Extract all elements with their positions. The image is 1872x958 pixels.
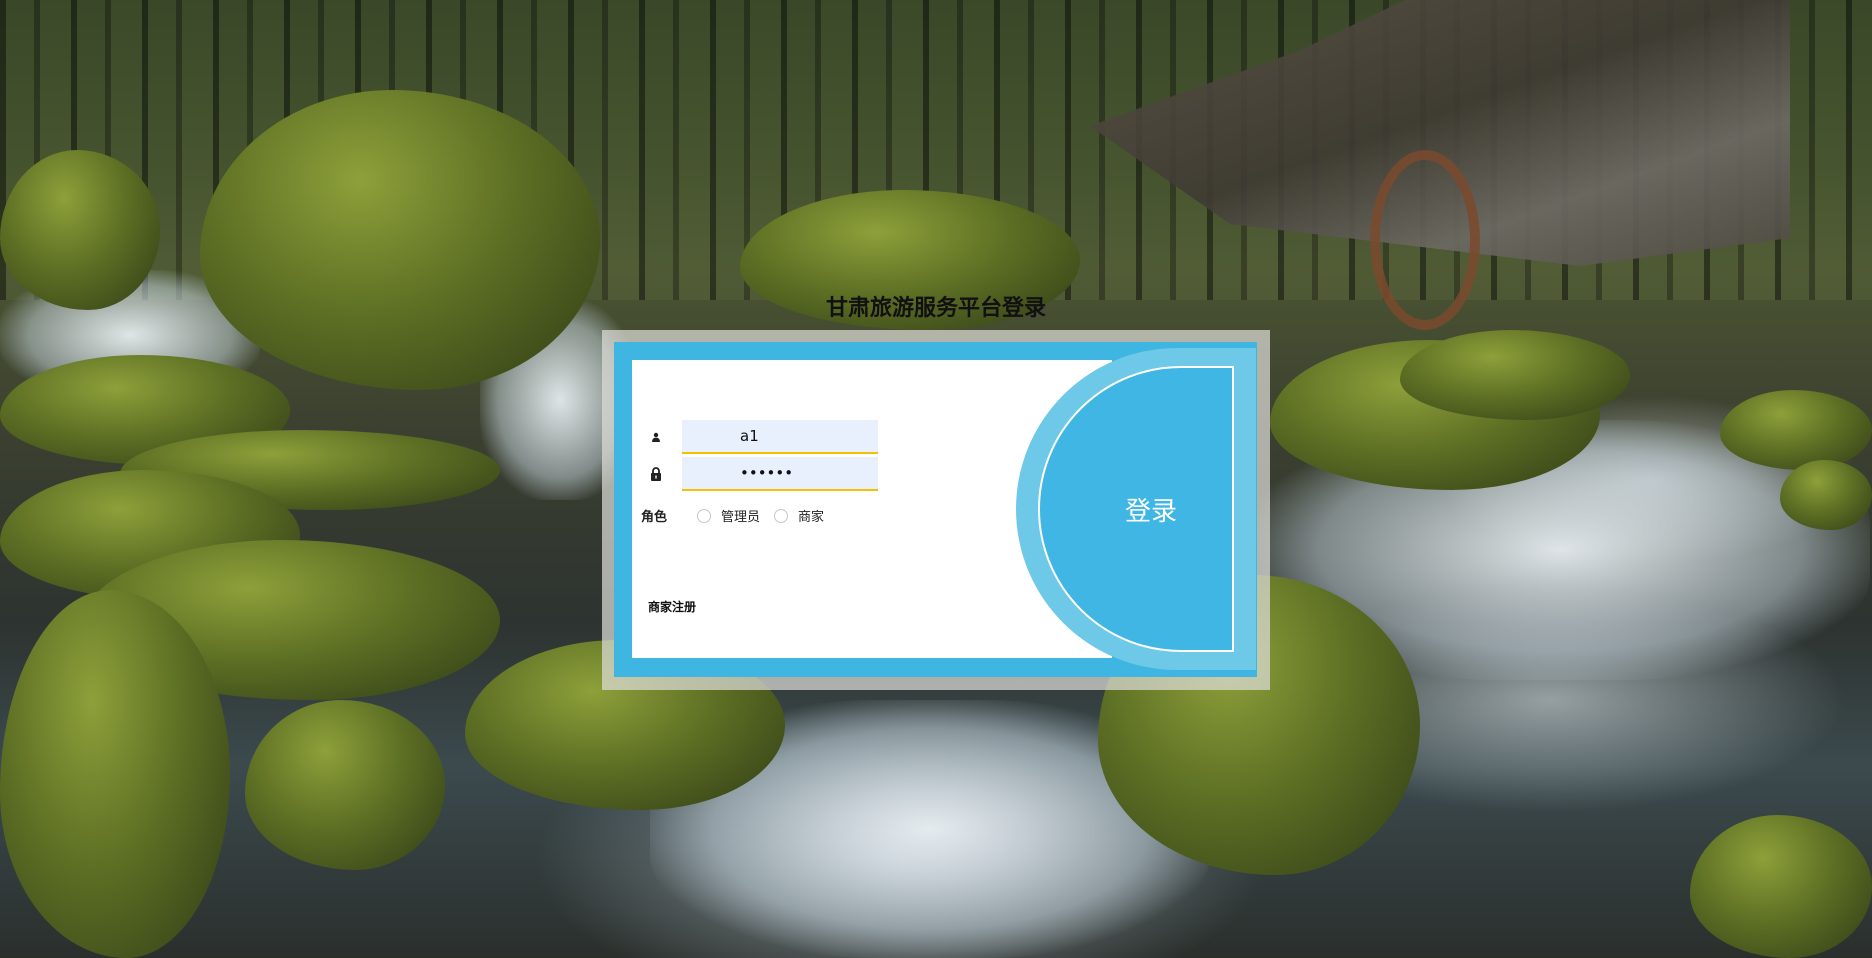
role-radio-merchant[interactable]	[774, 508, 789, 523]
mossy-rock	[1780, 460, 1872, 530]
mossy-rock	[0, 150, 160, 310]
mossy-rock	[245, 700, 445, 870]
user-icon	[648, 429, 664, 445]
username-input[interactable]	[682, 420, 878, 454]
mossy-rock	[1400, 330, 1630, 420]
username-row	[648, 420, 878, 454]
role-option-label: 商家	[798, 510, 825, 525]
mossy-rock	[1720, 390, 1872, 470]
role-selector: 角色 管理员 商家	[641, 506, 838, 525]
mossy-rock	[1690, 815, 1872, 958]
password-row	[648, 457, 878, 491]
page-title: 甘肃旅游服务平台登录	[825, 296, 1046, 321]
merchant-register-link[interactable]: 商家注册	[648, 598, 696, 615]
role-label: 角色	[641, 510, 668, 525]
mossy-rock	[200, 90, 600, 390]
mossy-rock	[0, 590, 230, 958]
role-option-label: 管理员	[721, 510, 761, 525]
password-input[interactable]	[682, 457, 878, 491]
lock-icon	[648, 466, 664, 482]
role-radio-admin[interactable]	[697, 508, 712, 523]
